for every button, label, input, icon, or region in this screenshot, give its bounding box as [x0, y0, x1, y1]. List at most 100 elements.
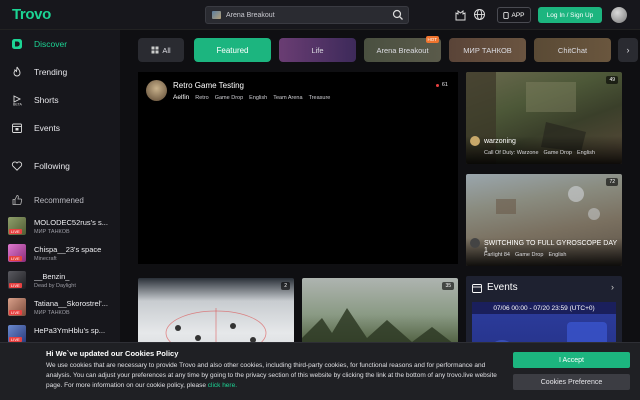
- tab-featured[interactable]: Featured: [194, 38, 271, 62]
- sidebar-item-following[interactable]: Following: [0, 154, 120, 178]
- stream-meta: Aelfin Retro Game Drop English Team Aren…: [173, 94, 330, 101]
- tab-label: Arena Breakout: [376, 45, 429, 55]
- viewer-count: 61: [435, 82, 448, 88]
- channel-game: МИР ТАНКОВ: [34, 310, 70, 316]
- tab-arena-breakout[interactable]: Arena Breakout HOT: [364, 36, 441, 62]
- streamer-name[interactable]: warzoning: [484, 138, 516, 145]
- viewer-count: 2: [281, 282, 290, 290]
- stream-tag[interactable]: Farlight 84: [484, 252, 510, 258]
- recommended-header: Recommened: [0, 188, 120, 212]
- app-root: Trovo Arena Breakout APP Log In / Sign U…: [0, 0, 640, 400]
- flame-icon: [11, 66, 23, 78]
- channel-name: Chispa__23's space: [34, 245, 102, 254]
- thumbs-up-icon: [11, 194, 23, 206]
- stream-tag[interactable]: Game Drop: [215, 95, 243, 101]
- streamer-avatar: [470, 136, 480, 146]
- castle-icon[interactable]: [454, 8, 467, 21]
- live-dot-icon: [435, 83, 439, 87]
- cookie-body-text: We use cookies that are necessary to pro…: [46, 362, 497, 389]
- tabs-next-button[interactable]: ›: [618, 38, 638, 62]
- app-button[interactable]: APP: [497, 7, 531, 23]
- channel-name: Tatiana__Skorostrel'...: [34, 299, 108, 308]
- stream-tag[interactable]: English: [249, 95, 267, 101]
- stream-tag[interactable]: Call Of Duty: Warzone: [484, 150, 539, 156]
- tab-label: МИР ТАНКОВ: [463, 45, 512, 55]
- recommended-label: Recommened: [34, 195, 84, 205]
- featured-player[interactable]: Retro Game Testing Aelfin Retro Game Dro…: [138, 72, 458, 264]
- sidebar-item-shorts[interactable]: BETA Shorts: [0, 88, 120, 112]
- chevron-right-icon[interactable]: ›: [611, 282, 614, 292]
- sidebar-item-discover[interactable]: Discover: [0, 32, 120, 56]
- stream-tag[interactable]: Team Arena: [273, 95, 302, 101]
- card-info: SWITCHING TO FULL GYROSCOPE DAY 1 Farlig…: [466, 238, 622, 266]
- channel-name: MOLODEC52rus's s...: [34, 218, 108, 227]
- channel-name: __Benzin_: [34, 272, 70, 281]
- viewer-count: 49: [606, 76, 618, 84]
- tab-label: All: [162, 45, 171, 55]
- game-thumbnail-icon: [212, 11, 221, 19]
- search-icon[interactable]: [392, 9, 404, 21]
- viewer-count-value: 61: [441, 82, 448, 88]
- stream-title[interactable]: Retro Game Testing: [173, 81, 244, 90]
- events-title: Events: [487, 282, 518, 293]
- tab-label: Life: [311, 45, 324, 55]
- sidebar-item-label: Following: [34, 161, 70, 171]
- viewer-count: 72: [606, 178, 618, 186]
- tab-all[interactable]: All: [138, 38, 184, 62]
- tab-life[interactable]: Life: [279, 38, 356, 62]
- discover-icon: [11, 38, 23, 50]
- stream-tag[interactable]: Game Drop: [515, 252, 543, 258]
- svg-text:BETA: BETA: [13, 103, 23, 107]
- stream-card[interactable]: 72 SWITCHING TO FULL GYROSCOPE DAY 1 Far…: [466, 174, 622, 266]
- stream-tag[interactable]: Treasure: [309, 95, 331, 101]
- search-box[interactable]: Arena Breakout: [205, 6, 409, 24]
- accept-cookies-button[interactable]: I Accept: [513, 352, 630, 368]
- recommended-channel[interactable]: LIVE MOLODEC52rus's s... МИР ТАНКОВ: [0, 214, 120, 241]
- tab-mir-tankov[interactable]: МИР ТАНКОВ: [449, 38, 526, 62]
- live-badge: LIVE: [9, 283, 22, 288]
- recommended-channel[interactable]: LIVE __Benzin_ Dead by Daylight: [0, 268, 120, 295]
- stream-tag[interactable]: Retro: [195, 95, 208, 101]
- stream-tag[interactable]: Game Drop: [544, 150, 572, 156]
- phone-icon: [503, 11, 510, 19]
- sidebar-item-label: Trending: [34, 67, 68, 77]
- stream-tag[interactable]: English: [577, 150, 595, 156]
- shorts-icon: BETA: [11, 94, 23, 106]
- top-bar: Trovo Arena Breakout APP Log In / Sign U…: [0, 0, 640, 30]
- calendar-icon: [11, 122, 23, 134]
- sidebar-item-label: Shorts: [34, 95, 59, 105]
- chevron-right-icon: ›: [626, 45, 630, 55]
- streamer-avatar[interactable]: [146, 80, 167, 101]
- card-info: warzoning Call Of Duty: Warzone Game Dro…: [466, 136, 622, 164]
- cookie-policy-link[interactable]: click here.: [208, 382, 237, 389]
- cookie-body: We use cookies that are necessary to pro…: [46, 361, 502, 391]
- sidebar-item-trending[interactable]: Trending: [0, 60, 120, 84]
- tab-label: ChitChat: [557, 45, 588, 55]
- recommended-channel[interactable]: LIVE Chispa__23's space Minecraft: [0, 241, 120, 268]
- trovo-logo[interactable]: Trovo: [12, 6, 51, 23]
- stream-card[interactable]: 49 warzoning Call Of Duty: Warzone Game …: [466, 72, 622, 164]
- globe-icon[interactable]: [473, 8, 486, 21]
- streamer-avatar: [470, 238, 480, 248]
- sidebar-item-events[interactable]: Events: [0, 116, 120, 140]
- live-badge: LIVE: [9, 229, 22, 234]
- recommended-list: LIVE MOLODEC52rus's s... МИР ТАНКОВ LIVE…: [0, 214, 120, 349]
- cookie-banner: Hi We`ve updated our Cookies Policy We u…: [0, 342, 640, 400]
- tab-label: Featured: [216, 45, 249, 55]
- card-tags: Call Of Duty: Warzone Game Drop English: [484, 150, 595, 156]
- user-avatar[interactable]: [611, 7, 627, 23]
- channel-game: Minecraft: [34, 256, 57, 262]
- cookie-preference-button[interactable]: Cookies Preference: [513, 374, 630, 390]
- calendar-icon: [472, 283, 482, 293]
- login-signup-button[interactable]: Log In / Sign Up: [538, 7, 602, 23]
- streamer-name[interactable]: Aelfin: [173, 94, 189, 101]
- recommended-channel[interactable]: LIVE Tatiana__Skorostrel'... МИР ТАНКОВ: [0, 295, 120, 322]
- events-header: Events: [472, 282, 518, 293]
- live-badge: LIVE: [9, 310, 22, 315]
- heart-icon: [11, 160, 23, 172]
- search-input[interactable]: Arena Breakout: [226, 12, 392, 19]
- stream-tag[interactable]: English: [548, 252, 566, 258]
- app-button-label: APP: [511, 11, 525, 19]
- channel-name: HePa3YmHblu's sp...: [34, 326, 106, 335]
- tab-chitchat[interactable]: ChitChat: [534, 38, 611, 62]
